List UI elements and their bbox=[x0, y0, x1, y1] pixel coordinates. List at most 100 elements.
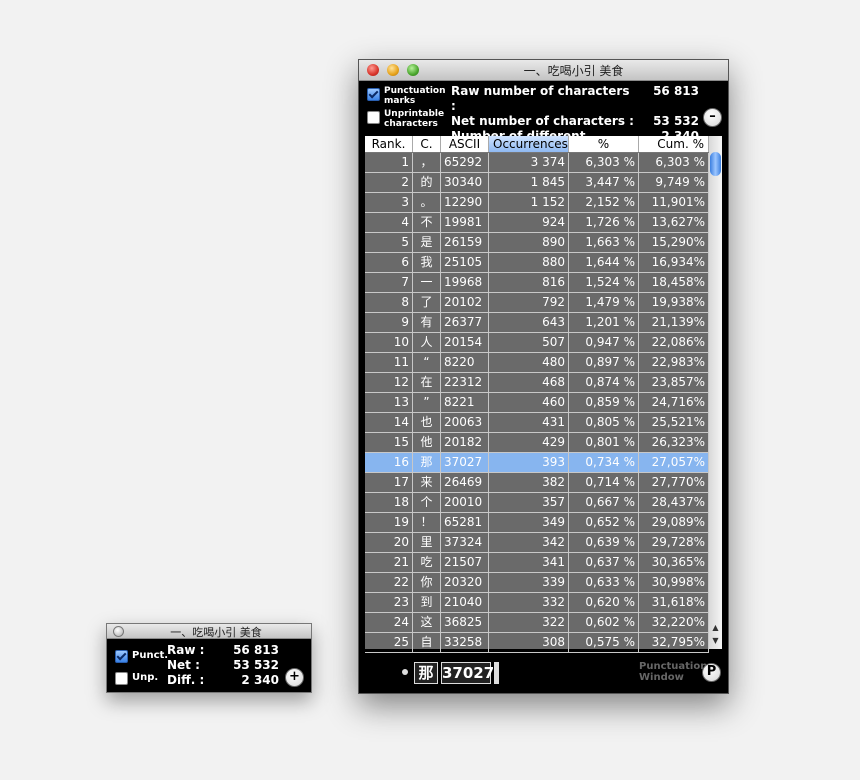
mini-diff-row: Diff. : 2 340 bbox=[167, 673, 279, 688]
table-row[interactable]: 12 在 22312 468 0,874 % 23,857% bbox=[365, 373, 709, 393]
table-row[interactable]: 2 的 30340 1 845 3,447 % 9,749 % bbox=[365, 173, 709, 193]
table-row[interactable]: 20 里 37324 342 0,639 % 29,728% bbox=[365, 533, 709, 553]
table-row[interactable]: 10 人 20154 507 0,947 % 22,086% bbox=[365, 333, 709, 353]
scroll-down-arrow[interactable]: ▼ bbox=[709, 635, 722, 647]
cell-cum: 26,323% bbox=[639, 433, 709, 452]
mini-expand-button[interactable]: + bbox=[285, 668, 304, 687]
cell-pct: 0,637 % bbox=[569, 553, 639, 572]
unprintable-option[interactable]: Unprintable characters bbox=[367, 109, 447, 129]
cell-ascii: 19981 bbox=[441, 213, 489, 232]
title-bar[interactable]: 一、吃喝小引 美食 bbox=[359, 60, 728, 81]
cell-rank: 13 bbox=[365, 393, 413, 412]
table-row[interactable]: 23 到 21040 332 0,620 % 31,618% bbox=[365, 593, 709, 613]
table-row[interactable]: 25 自 33258 308 0,575 % 32,795% bbox=[365, 633, 709, 653]
table-row[interactable]: 21 吃 21507 341 0,637 % 30,365% bbox=[365, 553, 709, 573]
table-row[interactable]: 3。 12290 1 152 2,152 % 11,901% bbox=[365, 193, 709, 213]
table-row[interactable]: 24 这 36825 322 0,602 % 32,220% bbox=[365, 613, 709, 633]
unprintable-checkbox[interactable] bbox=[367, 111, 380, 124]
cell-rank: 3 bbox=[365, 193, 413, 212]
cell-rank: 11 bbox=[365, 353, 413, 372]
table-row[interactable]: 6 我 25105 880 1,644 % 16,934% bbox=[365, 253, 709, 273]
table-row[interactable]: 19！ 65281 349 0,652 % 29,089% bbox=[365, 513, 709, 533]
cell-char: 里 bbox=[413, 533, 441, 552]
table-row[interactable]: 8 了 20102 792 1,479 % 19,938% bbox=[365, 293, 709, 313]
mini-raw-value: 56 813 bbox=[233, 643, 279, 657]
cell-ascii: 21040 bbox=[441, 593, 489, 612]
cell-pct: 0,801 % bbox=[569, 433, 639, 452]
cell-occ: 429 bbox=[489, 433, 569, 452]
cell-cum: 19,938% bbox=[639, 293, 709, 312]
cell-rank: 6 bbox=[365, 253, 413, 272]
cell-ascii: 36825 bbox=[441, 613, 489, 632]
mini-unp-label: Unp. bbox=[132, 671, 159, 683]
cell-rank: 10 bbox=[365, 333, 413, 352]
cell-ascii: 8220 bbox=[441, 353, 489, 372]
punctuation-option[interactable]: Punctuation marks bbox=[367, 86, 447, 106]
cell-rank: 18 bbox=[365, 493, 413, 512]
table-row[interactable]: 11 “8220 480 0,897 % 22,983% bbox=[365, 353, 709, 373]
cell-occ: 322 bbox=[489, 613, 569, 632]
scroll-up-arrow[interactable]: ▲ bbox=[709, 622, 722, 634]
cell-pct: 1,201 % bbox=[569, 313, 639, 332]
table-row[interactable]: 1， 65292 3 374 6,303 % 6,303 % bbox=[365, 153, 709, 173]
table-row[interactable]: 13” 8221 460 0,859 % 24,716% bbox=[365, 393, 709, 413]
mini-stats-panel: Raw : 56 813 Net : 53 532 Diff. : 2 340 bbox=[167, 643, 279, 688]
cell-occ: 480 bbox=[489, 353, 569, 372]
cell-pct: 1,726 % bbox=[569, 213, 639, 232]
cell-char: 那 bbox=[413, 453, 441, 472]
cell-rank: 15 bbox=[365, 433, 413, 452]
mini-punct-checkbox[interactable] bbox=[115, 650, 128, 663]
table-row[interactable]: 17 来 26469 382 0,714 % 27,770% bbox=[365, 473, 709, 493]
cell-char: 这 bbox=[413, 613, 441, 632]
cell-cum: 22,086% bbox=[639, 333, 709, 352]
column-header-char[interactable]: C. bbox=[413, 136, 441, 152]
table-row[interactable]: 18 个 20010 357 0,667 % 28,437% bbox=[365, 493, 709, 513]
cell-rank: 7 bbox=[365, 273, 413, 292]
mini-punct-option[interactable]: Punct. bbox=[115, 648, 168, 663]
column-header-occurrences[interactable]: Occurrences bbox=[489, 136, 569, 152]
close-button[interactable] bbox=[367, 64, 379, 76]
cell-occ: 3 374 bbox=[489, 153, 569, 172]
column-header-ascii[interactable]: ASCII bbox=[441, 136, 489, 152]
cell-char: 。 bbox=[413, 193, 441, 212]
scroll-thumb[interactable] bbox=[710, 152, 721, 176]
mini-title-bar[interactable]: 一、吃喝小引 美食 bbox=[107, 624, 311, 639]
column-header-rank[interactable]: Rank. bbox=[365, 136, 413, 152]
table-row[interactable]: 16 那 37027 393 0,734 % 27,057% bbox=[365, 453, 709, 473]
cell-cum: 29,728% bbox=[639, 533, 709, 552]
cell-occ: 643 bbox=[489, 313, 569, 332]
zoom-button[interactable] bbox=[407, 64, 419, 76]
cell-rank: 5 bbox=[365, 233, 413, 252]
cell-pct: 0,859 % bbox=[569, 393, 639, 412]
cell-pct: 0,602 % bbox=[569, 613, 639, 632]
table-row[interactable]: 9 有 26377 643 1,201 % 21,139% bbox=[365, 313, 709, 333]
cell-ascii: 20320 bbox=[441, 573, 489, 592]
cell-cum: 30,365% bbox=[639, 553, 709, 572]
punctuation-window-button[interactable]: P bbox=[702, 663, 721, 682]
cell-ascii: 20154 bbox=[441, 333, 489, 352]
cell-cum: 11,901% bbox=[639, 193, 709, 212]
cell-rank: 12 bbox=[365, 373, 413, 392]
table-scrollbar[interactable]: ▲ ▼ bbox=[709, 136, 722, 649]
table-row[interactable]: 4 不 19981 924 1,726 % 13,627% bbox=[365, 213, 709, 233]
column-header-percent[interactable]: % bbox=[569, 136, 639, 152]
table-row[interactable]: 22 你 20320 339 0,633 % 30,998% bbox=[365, 573, 709, 593]
cell-char: 了 bbox=[413, 293, 441, 312]
mini-unp-option[interactable]: Unp. bbox=[115, 670, 158, 685]
table-row[interactable]: 7 一 19968 816 1,524 % 18,458% bbox=[365, 273, 709, 293]
table-row[interactable]: 14 也 20063 431 0,805 % 25,521% bbox=[365, 413, 709, 433]
table-row[interactable]: 15 他 20182 429 0,801 % 26,323% bbox=[365, 433, 709, 453]
minimize-button[interactable] bbox=[387, 64, 399, 76]
cell-pct: 0,714 % bbox=[569, 473, 639, 492]
cell-char: 人 bbox=[413, 333, 441, 352]
mini-raw-row: Raw : 56 813 bbox=[167, 643, 279, 658]
column-header-cumulative[interactable]: Cum. % bbox=[639, 136, 709, 152]
collapse-button[interactable]: – bbox=[703, 108, 722, 127]
punctuation-checkbox[interactable] bbox=[367, 88, 380, 101]
mini-unp-checkbox[interactable] bbox=[115, 672, 128, 685]
cell-rank: 16 bbox=[365, 453, 413, 472]
cell-pct: 1,479 % bbox=[569, 293, 639, 312]
table-row[interactable]: 5 是 26159 890 1,663 % 15,290% bbox=[365, 233, 709, 253]
table-header: Rank. C. ASCII Occurrences % Cum. % bbox=[365, 136, 709, 153]
mini-diff-label: Diff. : bbox=[167, 673, 205, 687]
